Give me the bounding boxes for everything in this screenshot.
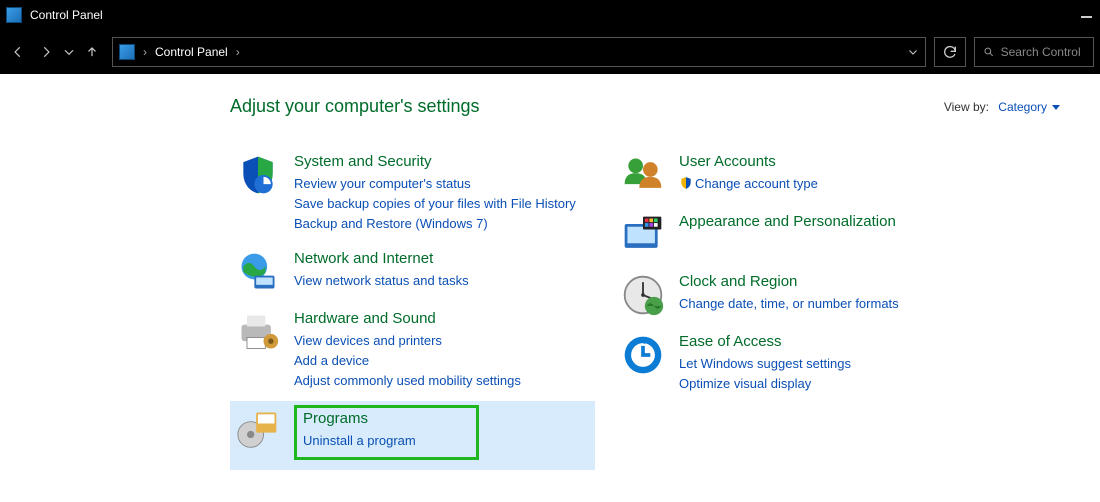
- right-column: User Accounts Change account type Appear: [615, 147, 980, 470]
- category-clock-region: Clock and Region Change date, time, or n…: [615, 267, 980, 327]
- task-link[interactable]: View devices and printers: [294, 331, 521, 351]
- search-icon: [983, 45, 995, 59]
- appearance-icon: [621, 213, 665, 257]
- recent-locations-button[interactable]: [62, 40, 76, 64]
- task-link[interactable]: Let Windows suggest settings: [679, 354, 851, 374]
- address-cp-icon: [119, 44, 135, 60]
- up-button[interactable]: [80, 40, 104, 64]
- refresh-button[interactable]: [934, 37, 966, 67]
- category-title[interactable]: Clock and Region: [679, 273, 899, 290]
- page-heading: Adjust your computer's settings: [230, 96, 480, 117]
- minimize-button[interactable]: [1081, 16, 1092, 18]
- view-by-control: View by: Category: [944, 100, 1060, 114]
- ease-of-access-icon: [621, 333, 665, 377]
- category-network-internet: Network and Internet View network status…: [230, 244, 595, 304]
- task-link[interactable]: View network status and tasks: [294, 271, 469, 291]
- task-link[interactable]: Save backup copies of your files with Fi…: [294, 194, 576, 214]
- category-appearance: Appearance and Personalization: [615, 207, 980, 267]
- category-title[interactable]: Appearance and Personalization: [679, 213, 896, 230]
- breadcrumb-separator: ›: [236, 45, 240, 59]
- search-input[interactable]: [1001, 45, 1085, 59]
- category-user-accounts: User Accounts Change account type: [615, 147, 980, 207]
- clock-icon: [621, 273, 665, 317]
- breadcrumb-separator: ›: [143, 45, 147, 59]
- titlebar: Control Panel: [0, 0, 1100, 30]
- task-link[interactable]: Add a device: [294, 351, 521, 371]
- uac-shield-icon: [679, 176, 693, 190]
- control-panel-icon: [6, 7, 22, 23]
- category-title[interactable]: Network and Internet: [294, 250, 469, 267]
- category-hardware-sound: Hardware and Sound View devices and prin…: [230, 304, 595, 401]
- navbar: › Control Panel ›: [0, 30, 1100, 74]
- address-dropdown-icon[interactable]: [907, 46, 919, 58]
- task-link[interactable]: Review your computer's status: [294, 174, 576, 194]
- shield-icon: [236, 153, 280, 197]
- forward-button[interactable]: [34, 40, 58, 64]
- user-accounts-icon: [621, 153, 665, 197]
- category-programs[interactable]: Programs Uninstall a program: [230, 401, 595, 470]
- address-bar[interactable]: › Control Panel ›: [112, 37, 926, 67]
- left-column: System and Security Review your computer…: [230, 147, 595, 470]
- back-button[interactable]: [6, 40, 30, 64]
- task-link[interactable]: Change account type: [679, 174, 818, 194]
- window-title: Control Panel: [30, 8, 103, 22]
- category-title[interactable]: Ease of Access: [679, 333, 851, 350]
- category-title[interactable]: System and Security: [294, 153, 576, 170]
- category-title[interactable]: User Accounts: [679, 153, 818, 170]
- programs-icon: [236, 407, 280, 451]
- task-link[interactable]: Adjust commonly used mobility settings: [294, 371, 521, 391]
- task-link[interactable]: Uninstall a program: [303, 431, 416, 451]
- task-link[interactable]: Change date, time, or number formats: [679, 294, 899, 314]
- category-title[interactable]: Programs: [303, 410, 416, 427]
- printer-icon: [236, 310, 280, 354]
- task-link[interactable]: Optimize visual display: [679, 374, 851, 394]
- globe-network-icon: [236, 250, 280, 294]
- category-ease-of-access: Ease of Access Let Windows suggest setti…: [615, 327, 980, 404]
- content-area: Adjust your computer's settings View by:…: [0, 74, 1100, 502]
- view-by-label: View by:: [944, 100, 989, 114]
- search-box[interactable]: [974, 37, 1094, 67]
- breadcrumb-item[interactable]: Control Panel: [155, 45, 228, 59]
- category-title[interactable]: Hardware and Sound: [294, 310, 521, 327]
- category-system-security: System and Security Review your computer…: [230, 147, 595, 244]
- view-by-select[interactable]: Category: [998, 100, 1060, 114]
- task-link[interactable]: Backup and Restore (Windows 7): [294, 214, 576, 234]
